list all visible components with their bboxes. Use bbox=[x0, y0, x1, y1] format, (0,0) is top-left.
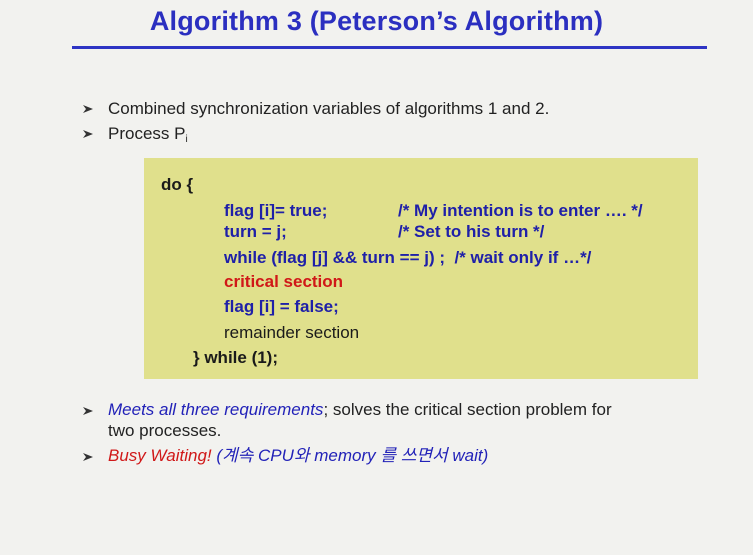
code-comment-intention: /* My intention is to enter …. */ bbox=[398, 201, 643, 220]
process-subscript: i bbox=[185, 134, 188, 145]
busy-waiting-text: Busy Waiting! bbox=[108, 446, 212, 465]
slide-title: Algorithm 3 (Peterson’s Algorithm) bbox=[149, 6, 604, 36]
bullet-arrow-icon bbox=[83, 453, 93, 461]
bullet-combined-variables: Combined synchronization variables of al… bbox=[108, 99, 550, 118]
code-do: do { bbox=[161, 175, 194, 194]
bullet-meets-requirements: Meets all three requirements; solves the… bbox=[108, 400, 612, 420]
busy-waiting-note: (계속 CPU와 memory 를 쓰면서 wait) bbox=[211, 446, 489, 465]
bullet-two-processes: two processes. bbox=[108, 421, 222, 440]
code-end-while: } while (1); bbox=[193, 348, 279, 367]
code-comment-turn: /* Set to his turn */ bbox=[398, 222, 545, 241]
title-underline bbox=[72, 46, 707, 49]
code-turn: turn = j; bbox=[224, 222, 287, 241]
code-critical-section: critical section bbox=[224, 272, 344, 291]
code-while-wait: while (flag [j] && turn == j) ; /* wait … bbox=[224, 248, 592, 267]
solves-problem-text: ; solves the critical section problem fo… bbox=[323, 400, 612, 419]
bullet-process-pi: Process Pi bbox=[108, 124, 188, 150]
bullet-arrow-icon bbox=[83, 130, 93, 138]
code-flag-true: flag [i]= true; bbox=[224, 201, 328, 220]
code-remainder-section: remainder section bbox=[224, 323, 360, 342]
process-label: Process P bbox=[108, 124, 186, 143]
code-flag-false: flag [i] = false; bbox=[224, 297, 339, 316]
bullet-arrow-icon bbox=[83, 105, 93, 113]
bullet-busy-waiting: Busy Waiting! (계속 CPU와 memory 를 쓰면서 wait… bbox=[108, 446, 488, 466]
meets-requirements-text: Meets all three requirements bbox=[108, 400, 324, 419]
bullet-arrow-icon bbox=[83, 407, 93, 415]
code-box: do { flag [i]= true; /* My intention is … bbox=[144, 158, 698, 379]
